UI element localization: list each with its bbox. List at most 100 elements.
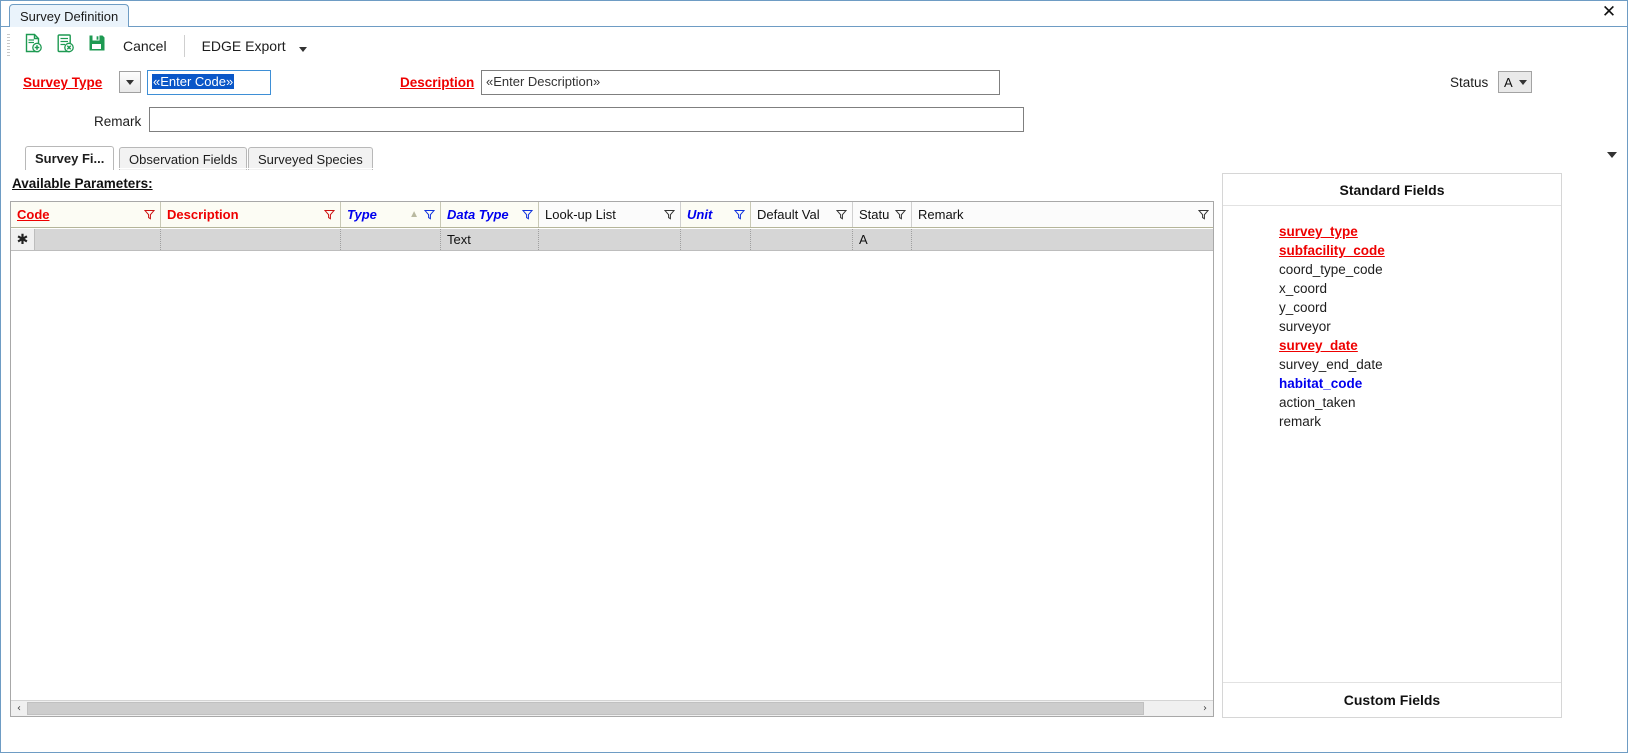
standard-field-item[interactable]: survey_end_date [1279,355,1561,374]
close-icon[interactable]: ✕ [1599,3,1619,23]
filter-icon[interactable] [1198,209,1209,220]
filter-icon[interactable] [522,209,533,220]
window-titlebar: Survey Definition ✕ [1,1,1627,27]
chevron-down-icon[interactable] [1607,152,1617,158]
grid-cell-code[interactable] [35,229,161,250]
standard-field-item[interactable]: y_coord [1279,298,1561,317]
new-document-icon [23,33,43,58]
filter-icon[interactable] [424,209,435,220]
status-label: Status [1450,75,1489,90]
tab-observation-fields-label: Observation Fields [129,152,238,167]
delete-record-button[interactable] [49,31,81,61]
status-dropdown[interactable]: A [1498,71,1532,93]
standard-field-item[interactable]: action_taken [1279,393,1561,412]
grid-cell-data-type[interactable]: Text [441,229,539,250]
survey-type-label: Survey Type [23,75,103,90]
section-tabstrip: Survey Fi... Observation Fields Surveyed… [9,146,1621,170]
standard-field-item[interactable]: survey_type [1279,222,1561,241]
standard-field-item[interactable]: x_coord [1279,279,1561,298]
scroll-left-icon[interactable]: ‹ [11,701,27,716]
column-header-data-type[interactable]: Data Type [441,202,539,227]
available-parameters-grid: Code Description Type ▲ Data Type Look-up Lis… [10,201,1214,717]
column-header-label: Unit [687,207,713,222]
fields-side-panel: Standard Fields survey_type subfacility_c… [1222,173,1562,718]
grid-header-row: Code Description Type ▲ Data Type Look-up Lis… [11,202,1213,228]
description-value: «Enter Description» [486,74,601,89]
column-header-label: Description [167,207,239,222]
document-tab-survey-definition[interactable]: Survey Definition [9,4,130,27]
scroll-right-icon[interactable]: › [1197,701,1213,716]
survey-type-code-value: «Enter Code» [152,74,235,89]
cancel-button[interactable]: Cancel [113,31,177,61]
standard-fields-header[interactable]: Standard Fields [1223,174,1561,206]
grid-cell-type[interactable] [341,229,441,250]
standard-field-item[interactable]: subfacility_code [1279,241,1561,260]
filter-icon[interactable] [324,209,335,220]
grid-cell-remark[interactable] [912,229,1213,250]
column-header-label: Type [347,207,377,222]
grid-horizontal-scrollbar[interactable]: ‹ › [11,700,1213,716]
standard-field-item[interactable]: surveyor [1279,317,1561,336]
grid-cell-default-val[interactable] [751,229,853,250]
tab-observation-fields[interactable]: Observation Fields [119,147,248,170]
document-tab-label: Survey Definition [20,9,119,24]
scrollbar-thumb[interactable] [27,702,1145,715]
column-header-unit[interactable]: Unit [681,202,751,227]
record-header-form: Survey Type «Enter Code» Description «En… [1,63,1627,137]
filter-icon[interactable] [836,209,847,220]
custom-fields-header[interactable]: Custom Fields [1223,682,1561,717]
description-input[interactable]: «Enter Description» [481,70,1000,95]
column-header-label: Code [17,207,50,222]
column-header-default-val[interactable]: Default Val [751,202,853,227]
column-header-statu[interactable]: Statu [853,202,912,227]
new-row-indicator[interactable]: ✱ [11,229,35,250]
grid-cell-statu[interactable]: A [853,229,912,250]
column-header-label: Statu [859,207,890,222]
standard-fields-list: survey_type subfacility_code coord_type_co… [1223,206,1561,431]
remark-label: Remark [94,114,142,129]
table-row[interactable]: ✱ Text A [11,229,1213,251]
grid-cell-unit[interactable] [681,229,751,250]
grid-cell-value: A [859,232,868,247]
available-parameters-caption: Available Parameters: [12,176,153,191]
grid-body[interactable]: ✱ Text A [11,229,1213,699]
survey-type-dropdown-button[interactable] [119,71,141,93]
remark-input[interactable] [149,107,1024,132]
column-header-description[interactable]: Description [161,202,341,227]
grid-cell-value: Text [447,232,471,247]
chevron-down-icon[interactable] [298,47,307,52]
column-header-remark[interactable]: Remark [912,202,1213,227]
filter-icon[interactable] [664,209,675,220]
scrollbar-track[interactable] [27,701,1197,716]
edge-export-button[interactable]: EDGE Export [192,31,313,61]
column-header-label: Data Type [447,207,509,222]
column-header-label: Remark [918,207,964,222]
filter-icon[interactable] [144,209,155,220]
sort-ascending-icon[interactable]: ▲ [409,209,419,220]
standard-field-item[interactable]: survey_date [1279,336,1561,355]
tab-surveyed-species-label: Surveyed Species [258,152,363,167]
grid-cell-look-up-list[interactable] [539,229,681,250]
status-value: A [1504,74,1513,90]
toolbar-grip [4,33,13,58]
survey-definition-window: Survey Definition ✕ Cancel EDGE Export S… [0,0,1628,753]
main-toolbar: Cancel EDGE Export [1,28,1627,63]
filter-icon[interactable] [895,209,906,220]
survey-type-code-input[interactable]: «Enter Code» [147,70,271,95]
tab-survey-fields[interactable]: Survey Fi... [25,146,115,170]
tab-surveyed-species[interactable]: Surveyed Species [248,147,373,170]
column-header-look-up-list[interactable]: Look-up List [539,202,681,227]
column-header-code[interactable]: Code [11,202,161,227]
standard-field-item[interactable]: habitat_code [1279,374,1561,393]
delete-document-icon [55,33,75,58]
standard-field-item[interactable]: coord_type_code [1279,260,1561,279]
standard-field-item[interactable]: remark [1279,412,1561,431]
filter-icon[interactable] [734,209,745,220]
save-button[interactable] [81,31,113,61]
new-record-button[interactable] [17,31,49,61]
column-header-type[interactable]: Type ▲ [341,202,441,227]
cancel-button-label: Cancel [123,37,167,54]
edge-export-label: EDGE Export [201,37,286,54]
toolbar-separator [183,34,185,57]
grid-cell-description[interactable] [161,229,341,250]
